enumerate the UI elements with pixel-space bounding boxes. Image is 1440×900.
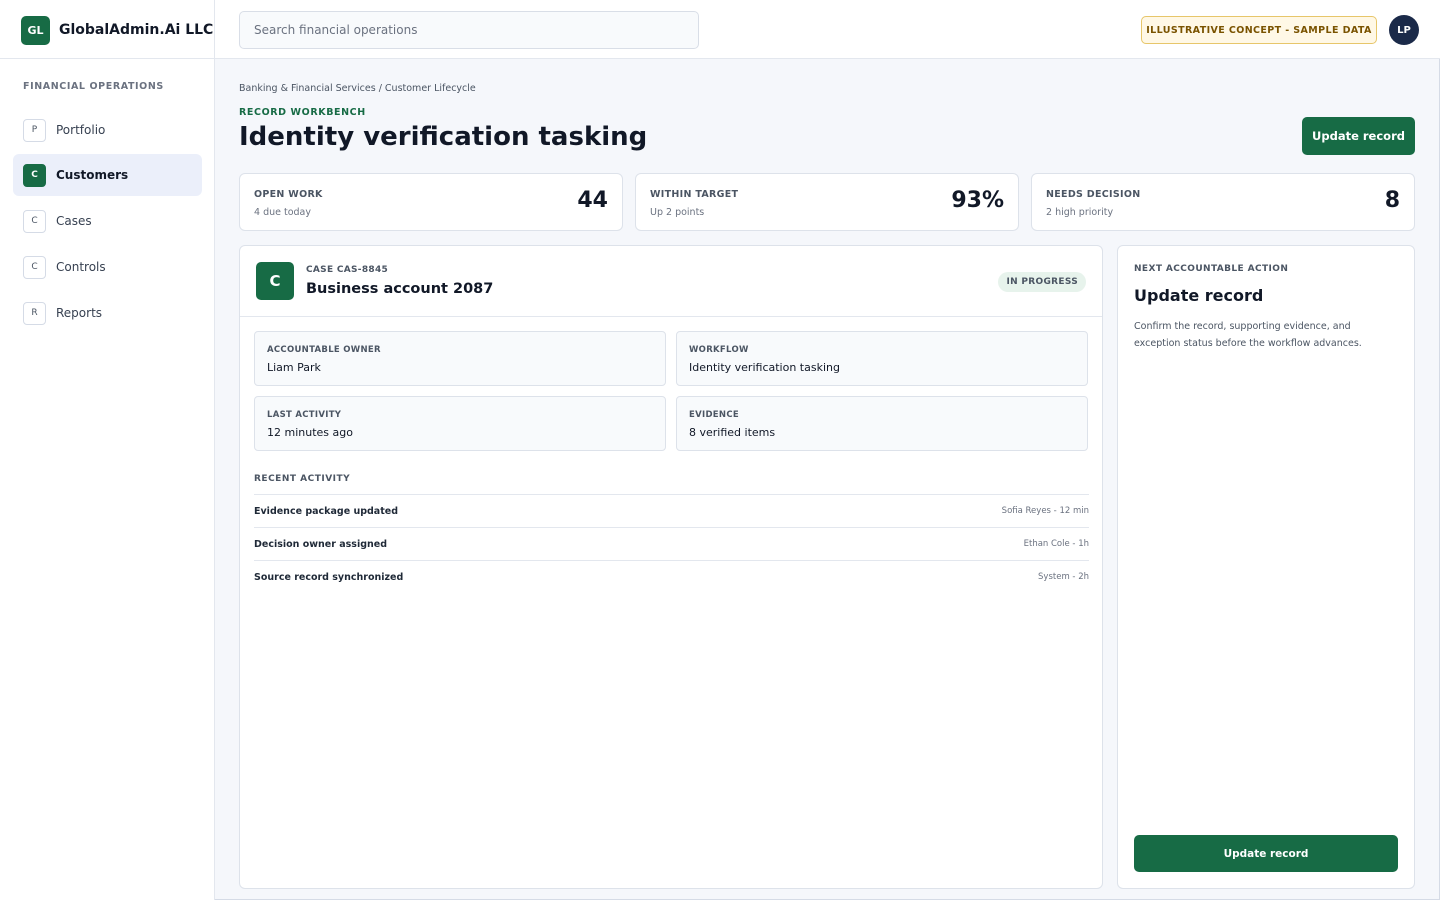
case-id: CASE CAS-8845 <box>306 265 389 275</box>
sidebar: FINANCIAL OPERATIONS P Portfolio C Custo… <box>0 59 214 900</box>
sidebar-item-reports[interactable]: R Reports <box>13 292 202 334</box>
action-description: Confirm the record, supporting evidence,… <box>1134 321 1362 349</box>
stat-label: WITHIN TARGET <box>650 189 739 200</box>
breadcrumb[interactable]: Banking & Financial Services / Customer … <box>239 83 476 94</box>
sidebar-item-label: Customers <box>56 168 129 182</box>
field-value: 12 minutes ago <box>267 426 353 439</box>
activity-meta: System - 2h <box>1038 572 1089 582</box>
update-record-action-button[interactable]: Update record <box>1134 835 1398 872</box>
field-value: 8 verified items <box>689 426 776 439</box>
next-action-panel: NEXT ACCOUNTABLE ACTION Update record Co… <box>1117 245 1415 889</box>
case-panel: C CASE CAS-8845 Business account 2087 IN… <box>239 245 1103 889</box>
activity-title: Evidence package updated <box>254 506 399 517</box>
case-header: C CASE CAS-8845 Business account 2087 IN… <box>240 246 1102 317</box>
field-accountable-owner: ACCOUNTABLE OWNER Liam Park <box>254 331 666 386</box>
sidebar-item-label: Controls <box>56 260 106 274</box>
field-label: WORKFLOW <box>689 345 749 355</box>
field-value: Liam Park <box>267 361 321 374</box>
customers-icon: C <box>23 163 46 187</box>
field-label: ACCOUNTABLE OWNER <box>267 345 381 355</box>
stat-value: 93% <box>951 188 1004 213</box>
sidebar-item-controls[interactable]: C Controls <box>13 246 202 288</box>
reports-icon: R <box>23 301 46 325</box>
activity-row[interactable]: Source record synchronized System - 2h <box>254 560 1089 593</box>
activity-meta: Sofia Reyes - 12 min <box>1001 506 1089 516</box>
stat-label: OPEN WORK <box>254 189 323 200</box>
stat-subtext: 4 due today <box>254 207 311 218</box>
field-last-activity: LAST ACTIVITY 12 minutes ago <box>254 396 666 451</box>
field-label: LAST ACTIVITY <box>267 410 342 420</box>
field-label: EVIDENCE <box>689 410 739 420</box>
case-name: Business account 2087 <box>306 281 494 297</box>
activity-meta: Ethan Cole - 1h <box>1023 539 1089 549</box>
activity-title: Decision owner assigned <box>254 539 388 550</box>
stat-value: 8 <box>1384 188 1400 213</box>
activity-row[interactable]: Decision owner assigned Ethan Cole - 1h <box>254 527 1089 560</box>
portfolio-icon: P <box>23 118 46 142</box>
stat-card-open-work: OPEN WORK 4 due today 44 <box>239 173 623 231</box>
user-avatar[interactable]: LP <box>1389 15 1419 45</box>
update-record-button[interactable]: Update record <box>1302 117 1415 155</box>
page-eyebrow: RECORD WORKBENCH <box>239 107 366 118</box>
status-badge: IN PROGRESS <box>998 272 1086 292</box>
field-value: Identity verification tasking <box>689 361 840 374</box>
search-input[interactable] <box>239 11 699 49</box>
recent-activity-heading: RECENT ACTIVITY <box>254 474 351 484</box>
sidebar-item-portfolio[interactable]: P Portfolio <box>13 109 202 151</box>
action-eyebrow: NEXT ACCOUNTABLE ACTION <box>1134 264 1289 274</box>
field-workflow: WORKFLOW Identity verification tasking <box>676 331 1088 386</box>
sidebar-item-label: Portfolio <box>56 123 106 137</box>
action-title: Update record <box>1134 286 1264 305</box>
sidebar-item-label: Reports <box>56 306 103 320</box>
cases-icon: C <box>23 209 46 233</box>
activity-row[interactable]: Evidence package updated Sofia Reyes - 1… <box>254 494 1089 527</box>
top-bar: GL GlobalAdmin.Ai LLC ILLUSTRATIVE CONCE… <box>0 0 1440 59</box>
stat-label: NEEDS DECISION <box>1046 189 1141 200</box>
sidebar-item-label: Cases <box>56 214 92 228</box>
controls-icon: C <box>23 255 46 279</box>
sidebar-item-cases[interactable]: C Cases <box>13 200 202 242</box>
activity-title: Source record synchronized <box>254 572 404 583</box>
brand-logo: GL <box>21 15 50 45</box>
brand-name: GlobalAdmin.Ai LLC <box>59 22 214 38</box>
concept-badge: ILLUSTRATIVE CONCEPT - SAMPLE DATA <box>1141 16 1377 44</box>
stat-subtext: Up 2 points <box>650 207 705 218</box>
sidebar-item-customers[interactable]: C Customers <box>13 154 202 196</box>
case-icon: C <box>256 262 294 300</box>
sidebar-divider <box>214 0 215 900</box>
stat-subtext: 2 high priority <box>1046 207 1114 218</box>
stat-card-within-target: WITHIN TARGET Up 2 points 93% <box>635 173 1019 231</box>
page-title: Identity verification tasking <box>239 122 648 152</box>
brand[interactable]: GL GlobalAdmin.Ai LLC <box>21 15 213 45</box>
sidebar-heading: FINANCIAL OPERATIONS <box>23 81 164 92</box>
stat-card-needs-decision: NEEDS DECISION 2 high priority 8 <box>1031 173 1415 231</box>
stat-value: 44 <box>577 188 608 213</box>
field-evidence: EVIDENCE 8 verified items <box>676 396 1088 451</box>
